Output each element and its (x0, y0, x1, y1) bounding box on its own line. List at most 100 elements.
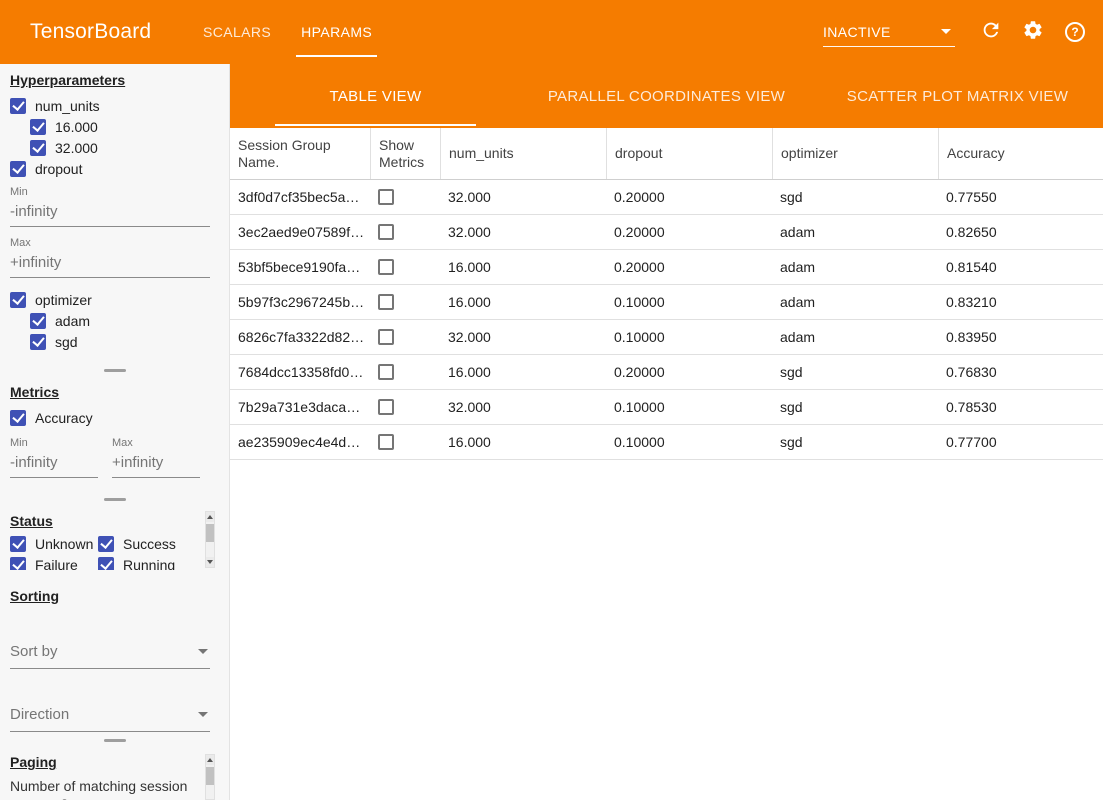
cell-show-metrics (370, 215, 440, 249)
main-content: TABLE VIEW PARALLEL COORDINATES VIEW SCA… (230, 64, 1103, 800)
optimizer-option-sgd-checkbox[interactable]: sgd (30, 332, 219, 351)
top-navigation-tabs: SCALARS HPARAMS (188, 0, 387, 64)
scrollbar-up-arrow-icon[interactable] (206, 755, 214, 765)
checkbox-checked-icon (10, 557, 26, 571)
cell-session-group-name: 3df0d7cf35bec5a… (230, 180, 370, 214)
num-units-option-32-checkbox[interactable]: 32.000 (30, 138, 219, 157)
cell-num-units: 32.000 (440, 180, 606, 214)
status-scrollbar[interactable] (205, 511, 215, 568)
cell-session-group-name: ae235909ec4e4d… (230, 425, 370, 459)
scrollbar-down-arrow-icon[interactable] (206, 557, 214, 567)
show-metrics-checkbox[interactable] (378, 294, 394, 310)
show-metrics-checkbox[interactable] (378, 399, 394, 415)
scrollbar-thumb[interactable] (206, 524, 214, 542)
metrics-max-input[interactable] (112, 450, 200, 478)
optimizer-option-adam-checkbox[interactable]: adam (30, 311, 219, 330)
cell-optimizer: adam (772, 250, 938, 284)
chevron-down-icon (198, 649, 208, 654)
checkbox-checked-icon (30, 334, 46, 350)
reload-status-select[interactable]: INACTIVE (823, 17, 955, 47)
cell-dropout: 0.10000 (606, 320, 772, 354)
tab-scalars[interactable]: SCALARS (188, 0, 286, 64)
checkbox-checked-icon (98, 536, 114, 552)
cell-accuracy: 0.83950 (938, 320, 1103, 354)
paging-scrollbar[interactable] (205, 754, 215, 800)
cell-num-units: 32.000 (440, 320, 606, 354)
cell-accuracy: 0.77550 (938, 180, 1103, 214)
refresh-button[interactable] (979, 20, 1003, 44)
tab-scatter-plot-matrix-view[interactable]: SCATTER PLOT MATRIX VIEW (812, 64, 1103, 128)
scrollbar-thumb[interactable] (206, 767, 214, 785)
section-resize-handle[interactable] (104, 498, 126, 501)
dropout-checkbox[interactable]: dropout (10, 159, 219, 178)
show-metrics-checkbox[interactable] (378, 224, 394, 240)
section-resize-handle[interactable] (104, 739, 126, 742)
checkbox-checked-icon (10, 410, 26, 426)
num-units-checkbox[interactable]: num_units (10, 96, 219, 115)
sorting-section: Sorting Sort by Direction (0, 580, 229, 735)
tab-table-view[interactable]: TABLE VIEW (230, 64, 521, 128)
checkbox-checked-icon (30, 313, 46, 329)
status-unknown-checkbox[interactable]: Unknown (10, 534, 98, 553)
metrics-min-max-fields: Min Max (10, 437, 219, 478)
checkbox-checked-icon (30, 140, 46, 156)
cell-accuracy: 0.83210 (938, 285, 1103, 319)
cell-optimizer: adam (772, 215, 938, 249)
cell-show-metrics (370, 285, 440, 319)
checkbox-label: Success (123, 536, 176, 552)
direction-placeholder: Direction (10, 706, 69, 723)
cell-session-group-name: 7b29a731e3daca… (230, 390, 370, 424)
section-resize-handle-row (0, 365, 229, 376)
show-metrics-checkbox[interactable] (378, 259, 394, 275)
scrollbar-up-arrow-icon[interactable] (206, 512, 214, 522)
table-row: 3ec2aed9e07589f… 32.000 0.20000 adam 0.8… (230, 215, 1103, 250)
optimizer-checkbox[interactable]: optimizer (10, 290, 219, 309)
checkbox-label: adam (55, 313, 90, 329)
metrics-min-input[interactable] (10, 450, 98, 478)
status-running-checkbox[interactable]: Running (98, 555, 219, 570)
checkbox-checked-icon (98, 557, 114, 571)
scrollbar-track[interactable] (206, 765, 214, 799)
column-header-optimizer: optimizer (772, 128, 938, 179)
checkbox-checked-icon (10, 536, 26, 552)
show-metrics-checkbox[interactable] (378, 364, 394, 380)
cell-optimizer: adam (772, 320, 938, 354)
status-success-checkbox[interactable]: Success (98, 534, 219, 553)
cell-show-metrics (370, 390, 440, 424)
session-groups-table: Session Group Name. Show Metrics num_uni… (230, 128, 1103, 460)
section-resize-handle-row (0, 494, 229, 505)
show-metrics-checkbox[interactable] (378, 434, 394, 450)
min-label: Min (10, 186, 219, 198)
cell-num-units: 32.000 (440, 215, 606, 249)
status-failure-checkbox[interactable]: Failure (10, 555, 98, 570)
dropout-min-input[interactable] (10, 199, 210, 227)
sort-by-dropdown[interactable]: Sort by (10, 638, 210, 669)
help-button[interactable]: ? (1063, 20, 1087, 44)
metrics-heading: Metrics (10, 384, 219, 400)
checkbox-label: Unknown (35, 536, 93, 552)
cell-num-units: 16.000 (440, 355, 606, 389)
section-resize-handle[interactable] (104, 369, 126, 372)
accuracy-checkbox[interactable]: Accuracy (10, 408, 219, 427)
table-row: 53bf5bece9190fa… 16.000 0.20000 adam 0.8… (230, 250, 1103, 285)
cell-session-group-name: 53bf5bece9190fa… (230, 250, 370, 284)
status-section: Status Unknown Success Failure Running (0, 505, 229, 570)
cell-accuracy: 0.77700 (938, 425, 1103, 459)
settings-button[interactable] (1021, 20, 1045, 44)
column-header-session-group-name: Session Group Name. (230, 128, 370, 179)
num-units-option-16-checkbox[interactable]: 16.000 (30, 117, 219, 136)
checkbox-label: 16.000 (55, 119, 98, 135)
direction-dropdown[interactable]: Direction (10, 701, 210, 732)
top-bar: TensorBoard SCALARS HPARAMS INACTIVE ? (0, 0, 1103, 64)
reload-status-value: INACTIVE (823, 24, 891, 40)
show-metrics-checkbox[interactable] (378, 189, 394, 205)
cell-accuracy: 0.78530 (938, 390, 1103, 424)
status-heading: Status (10, 513, 219, 529)
show-metrics-checkbox[interactable] (378, 329, 394, 345)
checkbox-checked-icon (10, 161, 26, 177)
dropout-max-input[interactable] (10, 250, 210, 278)
tab-parallel-coordinates-view[interactable]: PARALLEL COORDINATES VIEW (521, 64, 812, 128)
scrollbar-track[interactable] (206, 522, 214, 557)
table-row: 7b29a731e3daca… 32.000 0.10000 sgd 0.785… (230, 390, 1103, 425)
tab-hparams[interactable]: HPARAMS (286, 0, 387, 64)
